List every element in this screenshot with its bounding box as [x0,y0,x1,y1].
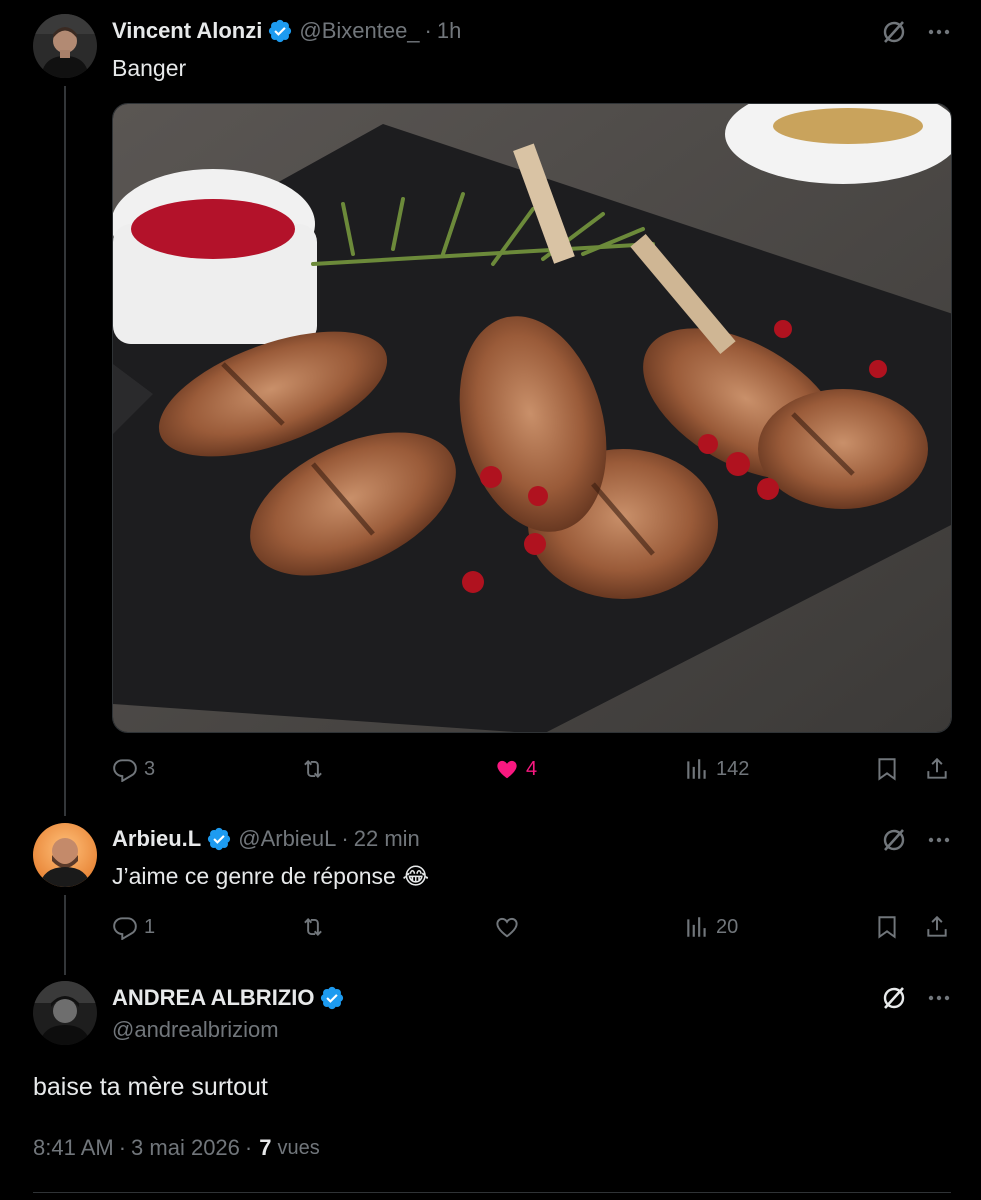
reply-button[interactable]: 3 [112,756,155,782]
heart-icon [496,917,518,938]
tweet-time[interactable]: 8:41 AM [33,1135,114,1161]
more-icon[interactable] [925,984,953,1012]
grok-icon[interactable] [880,18,908,46]
verified-badge-icon [269,19,292,43]
tweet-text: baise ta mère surtout [33,1073,268,1101]
grok-icon[interactable] [880,826,908,854]
tweet-text: Banger [112,55,187,81]
tweet-image[interactable] [112,103,952,733]
timestamp[interactable]: 1h [437,18,461,44]
avatar[interactable] [33,14,97,78]
like-count: 4 [526,757,538,780]
separator-dot: · [244,1135,253,1160]
bookmark-icon [878,758,896,781]
reply-icon [113,759,137,782]
author-handle[interactable]: @Bixentee_ [299,18,419,44]
like-button[interactable] [494,914,526,940]
verified-badge-icon [208,827,231,851]
like-button[interactable]: 4 [494,756,537,782]
tweet-arbieu[interactable]: Arbieu.L @ArbieuL · 22 min J’aime ce gen… [0,815,981,975]
tweet-andrea[interactable]: ANDREA ALBRIZIO @andrealbriziom baise ta… [0,975,981,1200]
views-button[interactable]: 142 [684,756,749,782]
more-icon[interactable] [925,826,953,854]
views-count: 142 [716,757,750,780]
views-icon [687,759,706,779]
reply-button[interactable]: 1 [112,914,155,940]
tweet-meta: 8:41 AM · 3 mai 2026 · 7 vues [33,1135,320,1161]
views-count: 20 [716,915,739,938]
bookmark-button[interactable] [874,756,900,782]
tweet-actions: 3 4 142 [112,756,952,786]
views-icon [687,917,706,937]
tweet-date[interactable]: 3 mai 2026 [131,1135,240,1161]
retweet-button[interactable] [300,756,332,782]
more-icon[interactable] [925,18,953,46]
author-name[interactable]: Vincent Alonzi [112,18,262,44]
share-icon [927,757,947,779]
retweet-icon [304,918,322,936]
bookmark-button[interactable] [874,914,900,940]
separator-dot: · [118,1135,127,1160]
grok-icon[interactable] [880,984,908,1012]
reply-count: 1 [144,915,156,938]
views-count: 7 [259,1135,272,1160]
avatar[interactable] [33,823,97,887]
verified-badge-icon [321,986,344,1010]
share-button[interactable] [924,756,950,782]
avatar[interactable] [33,981,97,1045]
author-name[interactable]: Arbieu.L [112,826,201,852]
heart-icon [497,760,517,779]
views-label: vues [277,1136,320,1159]
tweet-actions: 1 20 [112,914,952,944]
separator-dot: · [424,18,432,43]
bookmark-icon [878,916,896,939]
reply-count: 3 [144,757,156,780]
reply-icon [113,917,137,940]
author-handle[interactable]: @ArbieuL [238,826,336,852]
timestamp[interactable]: 22 min [354,826,420,852]
views-button[interactable]: 20 [684,914,738,940]
divider [33,1192,951,1193]
separator-dot: · [341,826,349,851]
share-icon [927,915,947,937]
tweet-vincent[interactable]: Vincent Alonzi @Bixentee_ · 1h Banger 3 … [0,0,981,815]
retweet-button[interactable] [300,914,332,940]
author-name[interactable]: ANDREA ALBRIZIO [112,985,314,1011]
retweet-icon [304,760,322,778]
author-handle[interactable]: @andrealbriziom [112,1017,279,1043]
tweet-text: J’aime ce genre de réponse 😂 [112,863,430,889]
share-button[interactable] [924,914,950,940]
